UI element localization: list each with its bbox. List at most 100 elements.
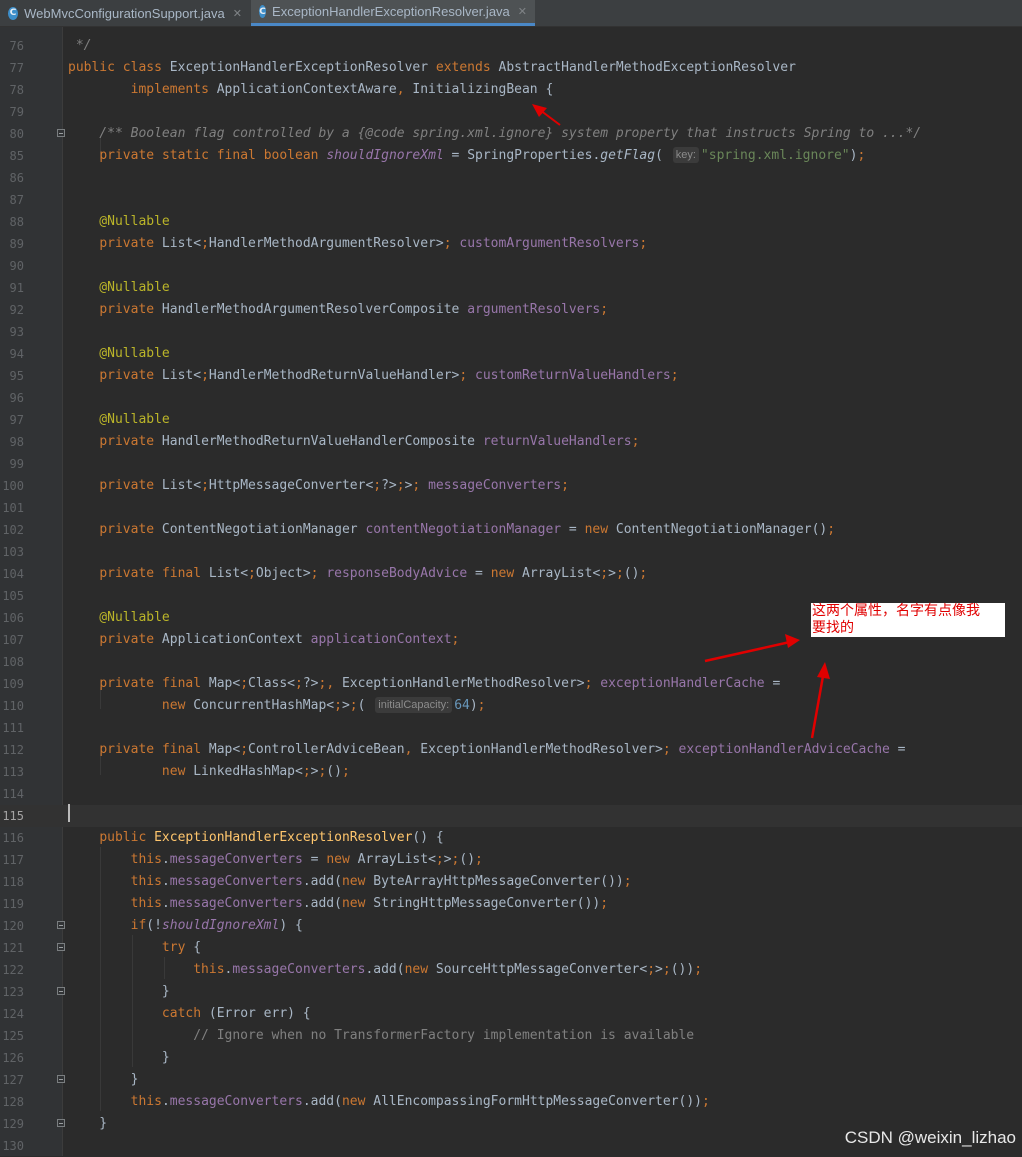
code-line[interactable]: 121 try { xyxy=(0,937,1022,959)
line-number[interactable]: 115 xyxy=(0,805,24,827)
line-number[interactable]: 128 xyxy=(0,1091,24,1113)
code-line[interactable]: 86 xyxy=(0,167,1022,189)
line-number[interactable]: 118 xyxy=(0,871,24,893)
code-line[interactable]: 94 @Nullable xyxy=(0,343,1022,365)
code-line[interactable]: 99 xyxy=(0,453,1022,475)
code-line[interactable]: 91 @Nullable xyxy=(0,277,1022,299)
code-line[interactable]: 120 if(!shouldIgnoreXml) { xyxy=(0,915,1022,937)
line-number[interactable]: 95 xyxy=(0,365,24,387)
line-number[interactable]: 116 xyxy=(0,827,24,849)
code-line[interactable]: 123 } xyxy=(0,981,1022,1003)
code-line[interactable]: 111 xyxy=(0,717,1022,739)
code-line[interactable]: 102 private ContentNegotiationManager co… xyxy=(0,519,1022,541)
code-line[interactable]: 89 private List<;HandlerMethodArgumentRe… xyxy=(0,233,1022,255)
code-line[interactable]: 88 @Nullable xyxy=(0,211,1022,233)
code-line[interactable]: 113 new LinkedHashMap<;>;(); xyxy=(0,761,1022,783)
line-number[interactable]: 109 xyxy=(0,673,24,695)
code-line[interactable]: 125 // Ignore when no TransformerFactory… xyxy=(0,1025,1022,1047)
code-line[interactable]: 90 xyxy=(0,255,1022,277)
fold-toggle-icon[interactable] xyxy=(57,1075,65,1083)
line-number[interactable]: 78 xyxy=(0,79,24,101)
code-line[interactable]: 118 this.messageConverters.add(new ByteA… xyxy=(0,871,1022,893)
fold-toggle-icon[interactable] xyxy=(57,943,65,951)
line-number[interactable]: 127 xyxy=(0,1069,24,1091)
fold-toggle-icon[interactable] xyxy=(57,987,65,995)
close-icon[interactable]: ✕ xyxy=(233,7,242,20)
code-line[interactable]: 103 xyxy=(0,541,1022,563)
code-line[interactable]: 127 } xyxy=(0,1069,1022,1091)
code-line[interactable]: 109 private final Map<;Class<;?>;, Excep… xyxy=(0,673,1022,695)
line-number[interactable]: 77 xyxy=(0,57,24,79)
close-icon[interactable]: ✕ xyxy=(518,5,527,18)
fold-toggle-icon[interactable] xyxy=(57,129,65,137)
line-number[interactable]: 129 xyxy=(0,1113,24,1135)
line-number[interactable]: 88 xyxy=(0,211,24,233)
line-number[interactable]: 99 xyxy=(0,453,24,475)
line-number[interactable]: 91 xyxy=(0,277,24,299)
fold-toggle-icon[interactable] xyxy=(57,1119,65,1127)
line-number[interactable]: 106 xyxy=(0,607,24,629)
line-number[interactable]: 86 xyxy=(0,167,24,189)
code-line[interactable]: 108 xyxy=(0,651,1022,673)
line-number[interactable]: 103 xyxy=(0,541,24,563)
line-number[interactable]: 126 xyxy=(0,1047,24,1069)
line-number[interactable]: 113 xyxy=(0,761,24,783)
code-line[interactable]: 104 private final List<;Object>; respons… xyxy=(0,563,1022,585)
code-line[interactable]: 80 /** Boolean flag controlled by a {@co… xyxy=(0,123,1022,145)
line-number[interactable]: 92 xyxy=(0,299,24,321)
code-line[interactable]: 112 private final Map<;ControllerAdviceB… xyxy=(0,739,1022,761)
line-number[interactable]: 111 xyxy=(0,717,24,739)
code-line[interactable]: 114 xyxy=(0,783,1022,805)
code-line[interactable]: 117 this.messageConverters = new ArrayLi… xyxy=(0,849,1022,871)
line-number[interactable]: 105 xyxy=(0,585,24,607)
line-number[interactable]: 112 xyxy=(0,739,24,761)
code-line[interactable]: 119 this.messageConverters.add(new Strin… xyxy=(0,893,1022,915)
line-number[interactable]: 117 xyxy=(0,849,24,871)
line-number[interactable]: 90 xyxy=(0,255,24,277)
line-number[interactable]: 121 xyxy=(0,937,24,959)
code-line[interactable]: 98 private HandlerMethodReturnValueHandl… xyxy=(0,431,1022,453)
line-number[interactable]: 98 xyxy=(0,431,24,453)
line-number[interactable]: 97 xyxy=(0,409,24,431)
code-line[interactable]: 79 xyxy=(0,101,1022,123)
line-number[interactable]: 120 xyxy=(0,915,24,937)
code-line[interactable]: 97 @Nullable xyxy=(0,409,1022,431)
line-number[interactable]: 87 xyxy=(0,189,24,211)
line-number[interactable]: 125 xyxy=(0,1025,24,1047)
fold-toggle-icon[interactable] xyxy=(57,921,65,929)
code-line[interactable]: 92 private HandlerMethodArgumentResolver… xyxy=(0,299,1022,321)
code-line[interactable]: 77 public class ExceptionHandlerException… xyxy=(0,57,1022,79)
line-number[interactable]: 89 xyxy=(0,233,24,255)
line-number[interactable]: 122 xyxy=(0,959,24,981)
line-number[interactable]: 114 xyxy=(0,783,24,805)
code-line[interactable]: 115 xyxy=(0,805,1022,827)
line-number[interactable]: 85 xyxy=(0,145,24,167)
line-number[interactable]: 100 xyxy=(0,475,24,497)
tab-exceptionhandlerexceptionresolver[interactable]: C ExceptionHandlerExceptionResolver.java… xyxy=(251,0,535,26)
code-line[interactable]: 78 implements ApplicationContextAware, I… xyxy=(0,79,1022,101)
code-line[interactable]: 76 */ xyxy=(0,35,1022,57)
line-number[interactable]: 107 xyxy=(0,629,24,651)
line-number[interactable]: 110 xyxy=(0,695,24,717)
line-number[interactable]: 102 xyxy=(0,519,24,541)
line-number[interactable]: 101 xyxy=(0,497,24,519)
code-line[interactable]: 110 new ConcurrentHashMap<;>;( initialCa… xyxy=(0,695,1022,717)
code-line[interactable]: 124 catch (Error err) { xyxy=(0,1003,1022,1025)
line-number[interactable]: 76 xyxy=(0,35,24,57)
line-number[interactable]: 79 xyxy=(0,101,24,123)
code-line[interactable]: 85 private static final boolean shouldIg… xyxy=(0,145,1022,167)
line-number[interactable]: 119 xyxy=(0,893,24,915)
line-number[interactable]: 124 xyxy=(0,1003,24,1025)
code-line[interactable]: 93 xyxy=(0,321,1022,343)
code-line[interactable]: 128 this.messageConverters.add(new AllEn… xyxy=(0,1091,1022,1113)
code-line[interactable]: 96 xyxy=(0,387,1022,409)
code-line[interactable]: 116 public ExceptionHandlerExceptionReso… xyxy=(0,827,1022,849)
line-number[interactable]: 123 xyxy=(0,981,24,1003)
line-number[interactable]: 93 xyxy=(0,321,24,343)
code-line[interactable]: 101 xyxy=(0,497,1022,519)
code-line[interactable]: 95 private List<;HandlerMethodReturnValu… xyxy=(0,365,1022,387)
tab-webmvcconfigurationsupport[interactable]: C WebMvcConfigurationSupport.java ✕ xyxy=(0,0,250,26)
code-line[interactable]: 87 xyxy=(0,189,1022,211)
code-line[interactable]: 126 } xyxy=(0,1047,1022,1069)
code-line[interactable]: 100 private List<;HttpMessageConverter<;… xyxy=(0,475,1022,497)
